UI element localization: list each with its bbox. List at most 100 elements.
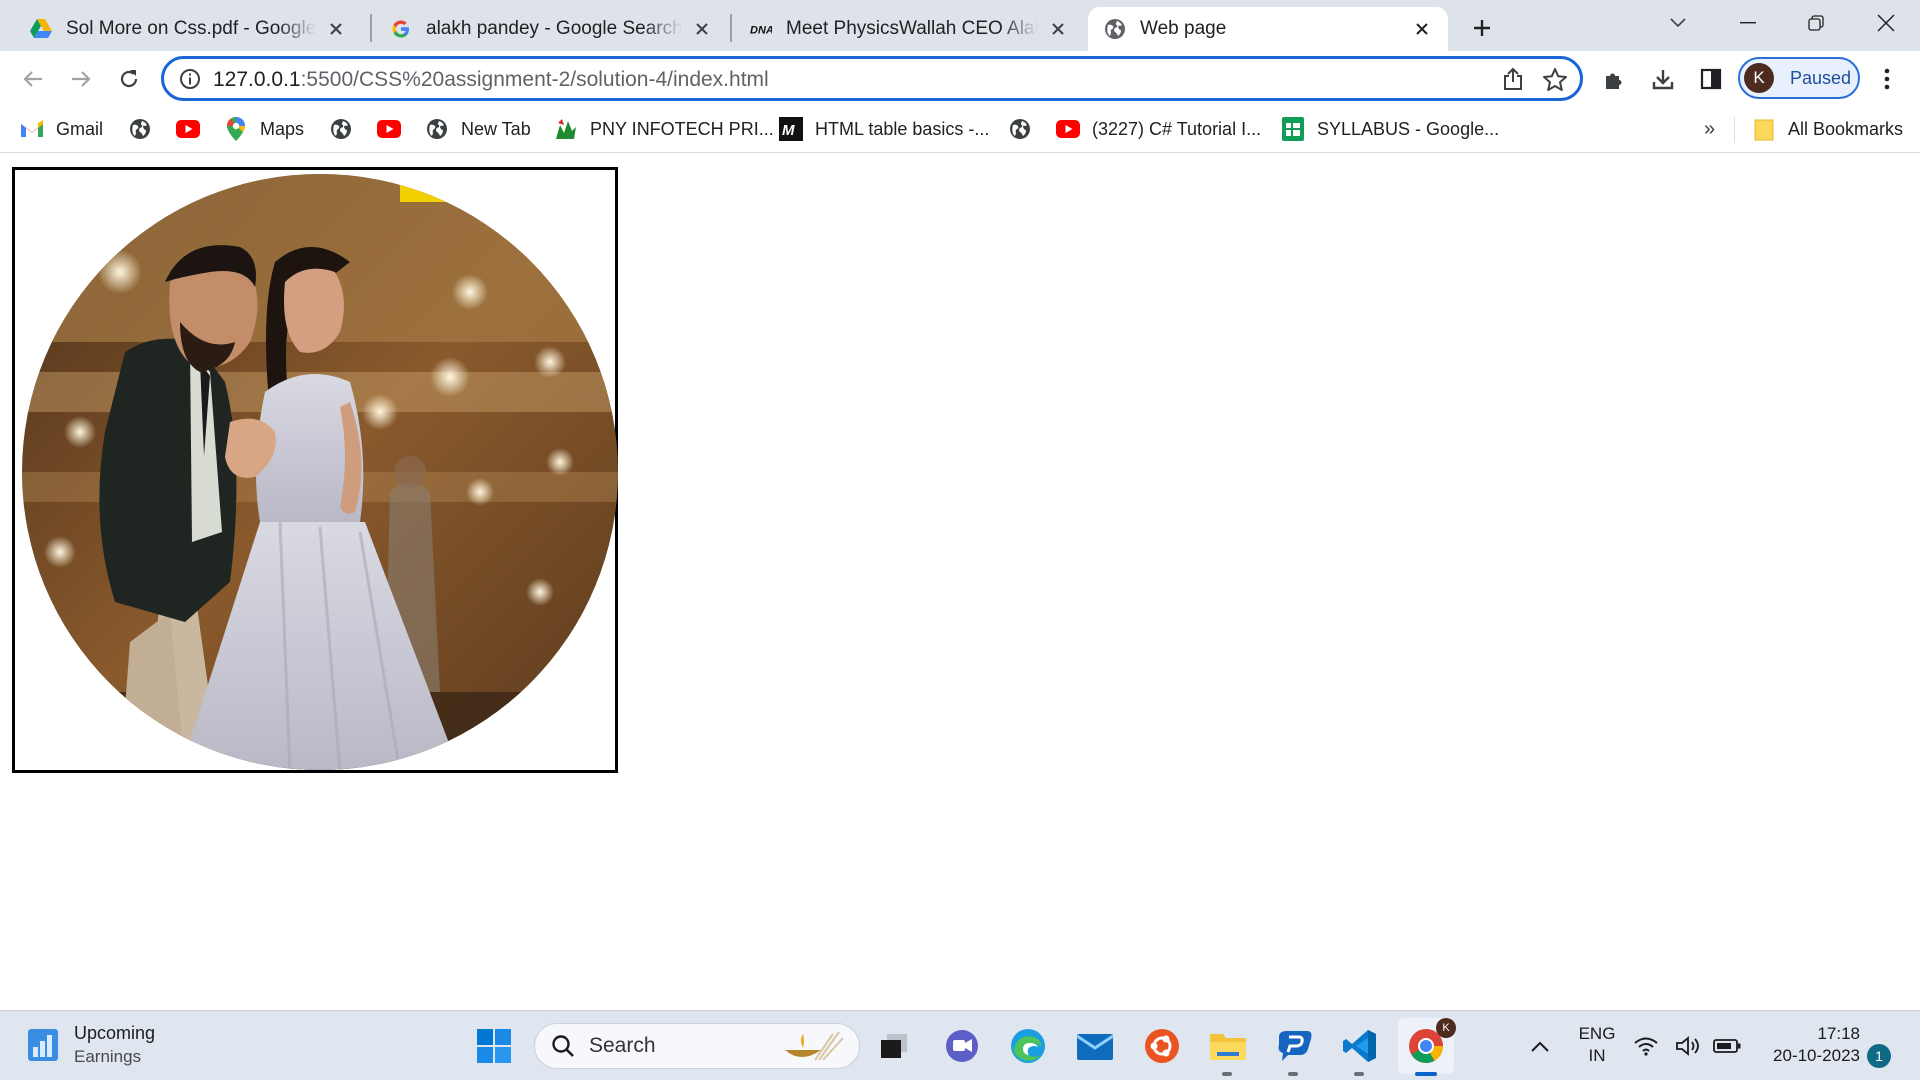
bookmarks-bar: Gmail Maps New Tab PNY INFOTECH PRI... M… [0,105,1920,153]
chrome-icon[interactable]: K [1398,1018,1456,1076]
profile-badge: K [1436,1018,1456,1038]
battery-icon[interactable] [1712,1024,1742,1068]
youtube-icon [176,117,200,141]
task-view-icon[interactable] [872,1024,916,1068]
mail-icon[interactable] [1073,1024,1117,1068]
youtube-icon [377,117,401,141]
web-page-content [0,154,1920,1010]
weather-widget[interactable]: Upcoming Earnings [28,1021,155,1069]
side-panel-icon[interactable] [1694,62,1728,96]
close-icon[interactable] [690,17,714,41]
bookmark-youtube[interactable] [377,114,401,144]
notification-badge[interactable]: 1 [1867,1044,1891,1068]
close-window-button[interactable] [1858,6,1914,40]
pny-icon [554,117,578,141]
running-indicator [1222,1072,1232,1076]
tab-google-search[interactable]: alakh pandey - Google Search [374,7,728,51]
bookmark-label: All Bookmarks [1788,118,1904,139]
sheets-icon [1281,117,1305,141]
ubuntu-icon[interactable] [1140,1024,1184,1068]
url-text[interactable]: 127.0.0.1:5500/CSS%20assignment-2/soluti… [213,68,769,92]
vscode-icon[interactable] [1338,1024,1382,1076]
youtube-icon [1056,117,1080,141]
google-drive-icon [30,18,52,40]
maps-icon [224,117,248,141]
circular-couple-photo [20,172,620,772]
all-bookmarks-folder[interactable]: All Bookmarks [1752,114,1903,144]
more-menu-icon[interactable] [1870,62,1904,96]
search-icon [551,1034,575,1058]
region-code: IN [1588,1046,1606,1065]
bookmarks-overflow-button[interactable]: » [1704,118,1715,141]
globe-icon [425,117,449,141]
site-info-icon[interactable] [179,68,201,90]
tab-title: Meet PhysicsWallah CEO Alakh Pandey [786,18,1038,39]
profile-button[interactable]: K Paused [1738,57,1860,99]
language-indicator[interactable]: ENG IN [1572,1023,1622,1067]
globe-icon [128,117,152,141]
new-tab-button[interactable] [1466,12,1498,44]
clock[interactable]: 17:18 20-10-2023 [1756,1023,1860,1067]
bookmark-maps[interactable]: Maps [224,114,304,144]
tab-title: Web page [1140,18,1227,39]
restore-button[interactable] [1788,6,1844,40]
svg-text:M: M [782,122,795,139]
browser-toolbar: 127.0.0.1:5500/CSS%20assignment-2/soluti… [0,51,1920,105]
share-icon[interactable] [1500,67,1526,93]
close-icon[interactable] [1046,17,1070,41]
tab-web-page[interactable]: Web page [1088,7,1448,51]
bookmark-label: Gmail [56,118,104,139]
forward-button[interactable] [64,62,98,96]
bookmark-syllabus[interactable]: SYLLABUS - Google... [1281,114,1499,144]
tab-search-button[interactable] [1650,6,1706,40]
download-icon[interactable] [1646,62,1680,96]
clock-time: 17:18 [1817,1024,1860,1043]
vpn-app-icon[interactable] [1272,1024,1316,1076]
bookmark-pny[interactable]: PNY INFOTECH PRI... [554,114,774,144]
image-frame [12,167,618,773]
widget-title: Upcoming [74,1023,156,1043]
edge-icon[interactable] [1006,1024,1050,1068]
globe-icon [1008,117,1032,141]
bookmark-csharp-tutorial[interactable]: (3227) C# Tutorial I... [1056,114,1261,144]
address-bar[interactable]: 127.0.0.1:5500/CSS%20assignment-2/soluti… [161,56,1583,101]
extensions-icon[interactable] [1598,62,1632,96]
bookmark-star-icon[interactable] [1542,67,1568,93]
globe-icon [329,117,353,141]
minimize-button[interactable] [1720,6,1776,40]
bookmark-label: HTML table basics -... [815,118,990,139]
running-indicator [1288,1072,1298,1076]
bookmark-label: (3227) C# Tutorial I... [1092,118,1262,139]
close-icon[interactable] [1410,17,1434,41]
tab-strip: Sol More on Css.pdf - Google Drive alakh… [0,0,1920,51]
tab-google-drive[interactable]: Sol More on Css.pdf - Google Drive [14,7,362,51]
tab-dna-article[interactable]: DNA Meet PhysicsWallah CEO Alakh Pandey [734,7,1084,51]
reload-button[interactable] [112,62,146,96]
volume-icon[interactable] [1674,1024,1702,1068]
taskbar-search-box[interactable]: Search [534,1023,860,1069]
bookmark-label: Maps [260,118,305,139]
running-indicator [1354,1072,1364,1076]
bookmark-gmail[interactable]: Gmail [20,114,103,144]
bookmark-youtube[interactable] [176,114,200,144]
wifi-icon[interactable] [1632,1024,1660,1068]
back-button[interactable] [16,62,50,96]
language-code: ENG [1578,1024,1616,1043]
mdn-icon: M [779,117,803,141]
close-icon[interactable] [324,17,348,41]
bookmark-label: SYLLABUS - Google... [1317,118,1500,139]
dna-icon: DNA [750,18,772,40]
bookmark-globe[interactable] [128,114,152,144]
globe-icon [1104,18,1126,40]
url-host: 127.0.0.1 [213,68,301,91]
file-explorer-icon[interactable] [1206,1024,1250,1076]
svg-text:DNA: DNA [750,25,772,36]
windows-start-icon[interactable] [472,1024,516,1068]
bookmark-html-table[interactable]: M HTML table basics -... [779,114,989,144]
teams-chat-icon[interactable] [940,1024,984,1068]
bookmark-globe[interactable] [329,114,353,144]
bookmark-label: New Tab [461,118,531,139]
show-hidden-icons-chevron-icon[interactable] [1518,1024,1562,1068]
bookmark-globe[interactable] [1008,114,1032,144]
bookmark-new-tab[interactable]: New Tab [425,114,531,144]
